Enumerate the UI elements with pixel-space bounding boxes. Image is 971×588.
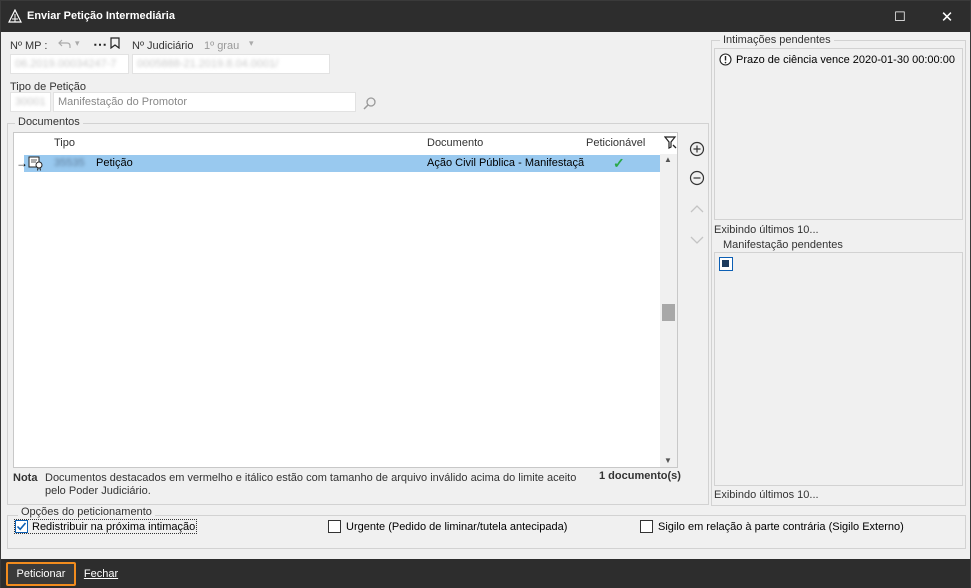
judiciario-grade[interactable]: 1º grau [204,40,239,52]
title-bar: Enviar Petição Intermediária ☐ ✕ [1,1,970,32]
tipo-peticao-code: 30001 [15,96,46,108]
filter-icon[interactable] [664,136,677,149]
intimacoes-footer: Exibindo últimos 10... [714,224,819,236]
opcoes-title: Opções do peticionamento [18,506,155,518]
close-button[interactable]: ✕ [924,1,970,32]
manifestacao-title: Manifestação pendentes [720,239,846,251]
scroll-down-icon[interactable]: ▼ [664,456,672,465]
checkmark-icon [16,522,27,531]
fechar-label: Fechar [83,568,119,580]
list-item[interactable]: Prazo de ciência vence 2020-01-30 00:00:… [719,53,955,66]
tipo-peticao-value: Manifestação do Promotor [58,96,188,108]
certificate-icon [28,156,43,171]
alert-icon [719,53,732,66]
row-documento: Ação Civil Pública - Manifestaçã [427,157,585,169]
judiciario-number-field[interactable]: 0005888-21.2019.8.04.0001/ [132,54,330,74]
select-all-checkbox[interactable] [719,257,733,271]
close-icon: ✕ [940,8,954,26]
indeterminate-mark [722,260,729,267]
col-peticionavel-header[interactable]: Peticionável [586,137,645,149]
intimacoes-list: Prazo de ciência vence 2020-01-30 00:00:… [714,48,963,220]
document-count: 1 documento(s) [599,470,681,482]
app-logo-icon [8,9,22,23]
grid-header: Tipo Documento Peticionável [14,133,677,153]
row-pointer-icon: → [16,156,28,170]
plus-circle-icon [689,141,705,157]
move-up-button[interactable] [688,200,706,218]
urgente-option[interactable]: Urgente (Pedido de liminar/tutela anteci… [328,520,567,533]
col-tipo-header[interactable]: Tipo [54,137,75,149]
add-document-button[interactable] [688,140,706,158]
redistribuir-label: Redistribuir na próxima intimação [32,520,196,533]
grade-chevron-down-icon[interactable]: ▾ [249,38,254,49]
mp-number-field[interactable]: 06.2019.00034247-7 [10,54,129,74]
intimacao-item-text: Prazo de ciência vence 2020-01-30 00:00:… [736,53,955,66]
sigilo-option[interactable]: Sigilo em relação à parte contrária (Sig… [640,520,904,533]
nota-label: Nota [13,472,38,484]
sigilo-checkbox[interactable] [640,520,653,533]
minus-circle-icon [689,170,705,186]
nota-text: Documentos destacados em vermelho e itál… [45,472,577,497]
chevron-up-icon [690,205,704,213]
redistribuir-option[interactable]: Redistribuir na próxima intimação [13,519,198,534]
peticionavel-check-icon: ✓ [613,155,625,171]
grid-scrollbar[interactable]: ▲ ▼ [660,154,677,467]
fechar-button[interactable]: Fechar [81,562,121,586]
mp-number-value: 06.2019.00034247-7 [15,58,117,70]
peticionar-button[interactable]: Peticionar [6,562,76,586]
documentos-grid: Tipo Documento Peticionável → 35535 Peti… [13,132,678,468]
judiciario-label: Nº Judiciário [132,40,194,52]
row-tipo: Petição [96,157,133,169]
footer-bar: Peticionar Fechar [1,559,970,588]
search-icon[interactable] [363,96,377,110]
scroll-up-icon[interactable]: ▲ [664,155,672,164]
remove-document-button[interactable] [688,169,706,187]
undo-icon[interactable] [58,38,72,50]
col-documento-header[interactable]: Documento [427,137,483,149]
urgente-label: Urgente (Pedido de liminar/tutela anteci… [346,520,568,533]
peticionar-label: Peticionar [16,568,66,580]
maximize-button[interactable]: ☐ [877,1,923,32]
judiciario-number-value: 0005888-21.2019.8.04.0001/ [137,58,279,70]
urgente-checkbox[interactable] [328,520,341,533]
dialog-window: Enviar Petição Intermediária ☐ ✕ Nº MP :… [0,0,971,588]
maximize-icon: ☐ [894,8,906,24]
table-row[interactable]: → 35535 Petição Ação Civil Pública - Man… [14,155,662,172]
tipo-peticao-code-field[interactable]: 30001 [10,92,51,112]
sigilo-label: Sigilo em relação à parte contrária (Sig… [658,520,904,533]
more-icon[interactable]: ⋯ [93,36,107,53]
manifestacao-list [714,252,963,486]
tipo-peticao-value-field[interactable]: Manifestação do Promotor [53,92,356,112]
chevron-down-icon[interactable]: ▾ [75,38,80,49]
mp-label: Nº MP : [10,40,48,52]
row-code: 35535 [54,157,85,169]
redistribuir-checkbox[interactable] [15,520,28,533]
scrollbar-thumb[interactable] [662,304,675,321]
intimacoes-title: Intimações pendentes [720,34,834,46]
move-down-button[interactable] [688,231,706,249]
manifestacao-footer: Exibindo últimos 10... [714,489,819,501]
chevron-down-move-icon [690,236,704,244]
documentos-title: Documentos [15,116,83,128]
bookmark-icon[interactable] [110,37,120,49]
window-title: Enviar Petição Intermediária [27,10,175,22]
